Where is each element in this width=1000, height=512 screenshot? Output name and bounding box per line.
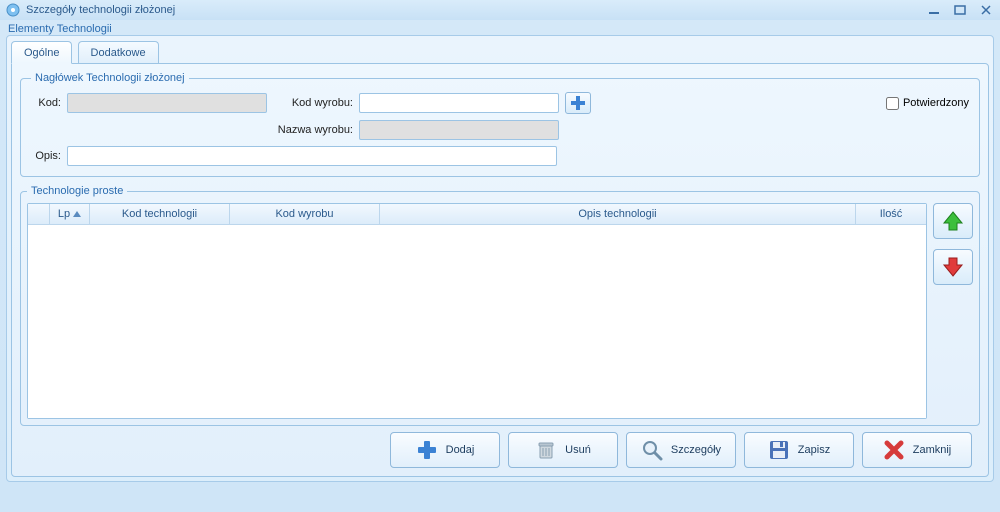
plus-icon	[570, 95, 586, 111]
grid-header: Lp Kod technologii Kod wyrobu Opis techn…	[28, 204, 926, 225]
col-lp[interactable]: Lp	[50, 204, 90, 224]
opis-input[interactable]	[67, 146, 557, 166]
arrow-down-icon	[941, 255, 965, 279]
simple-tech-grid[interactable]: Lp Kod technologii Kod wyrobu Opis techn…	[27, 203, 927, 419]
nazwa-wyrobu-input	[359, 120, 559, 140]
section-label: Elementy Technologii	[0, 20, 1000, 35]
col-kod-technologii[interactable]: Kod technologii	[90, 204, 230, 224]
col-kod-wyrobu[interactable]: Kod wyrobu	[230, 204, 380, 224]
group-simple-tech: Technologie proste Lp Kod technologii Ko…	[20, 185, 980, 426]
arrow-up-icon	[941, 209, 965, 233]
app-icon	[6, 3, 20, 17]
group-simple-legend: Technologie proste	[27, 185, 127, 197]
close-dialog-button[interactable]: Zamknij	[862, 432, 972, 468]
close-icon	[883, 439, 905, 461]
tab-additional[interactable]: Dodatkowe	[78, 41, 159, 63]
opis-label: Opis:	[31, 150, 61, 162]
window-title: Szczegóły technologii złożonej	[26, 4, 175, 16]
confirmed-label: Potwierdzony	[903, 97, 969, 109]
maximize-button[interactable]	[952, 3, 968, 17]
details-button[interactable]: Szczegóły	[626, 432, 736, 468]
plus-icon	[416, 439, 438, 461]
save-button[interactable]: Zapisz	[744, 432, 854, 468]
confirmed-checkbox-input[interactable]	[886, 97, 899, 110]
add-button[interactable]: Dodaj	[390, 432, 500, 468]
sort-asc-icon	[73, 211, 81, 217]
delete-button[interactable]: Usuń	[508, 432, 618, 468]
trash-icon	[535, 439, 557, 461]
floppy-icon	[768, 439, 790, 461]
kod-wyrobu-lookup-button[interactable]	[565, 92, 591, 114]
nazwa-wyrobu-label: Nazwa wyrobu:	[273, 124, 353, 136]
kod-label: Kod:	[31, 97, 61, 109]
group-header-legend: Nagłówek Technologii złożonej	[31, 72, 189, 84]
col-opis-technologii[interactable]: Opis technologii	[380, 204, 856, 224]
magnifier-icon	[641, 439, 663, 461]
tab-general[interactable]: Ogólne	[11, 41, 72, 64]
kod-wyrobu-label: Kod wyrobu:	[273, 97, 353, 109]
kod-input	[67, 93, 267, 113]
move-down-button[interactable]	[933, 249, 973, 285]
move-up-button[interactable]	[933, 203, 973, 239]
minimize-button[interactable]	[926, 3, 942, 17]
kod-wyrobu-input[interactable]	[359, 93, 559, 113]
col-selector[interactable]	[28, 204, 50, 224]
titlebar: Szczegóły technologii złożonej	[0, 0, 1000, 20]
close-button[interactable]	[978, 3, 994, 17]
bottom-toolbar: Dodaj Usuń Szczegóły Zapisz Zamknij	[20, 426, 980, 470]
confirmed-checkbox[interactable]: Potwierdzony	[886, 97, 969, 110]
tab-page-general: Nagłówek Technologii złożonej Kod: Kod w…	[11, 63, 989, 477]
col-ilosc[interactable]: Ilość	[856, 204, 926, 224]
main-panel: Ogólne Dodatkowe Nagłówek Technologii zł…	[6, 35, 994, 482]
grid-body	[28, 225, 926, 418]
group-header: Nagłówek Technologii złożonej Kod: Kod w…	[20, 72, 980, 177]
tabs: Ogólne Dodatkowe	[11, 40, 989, 64]
